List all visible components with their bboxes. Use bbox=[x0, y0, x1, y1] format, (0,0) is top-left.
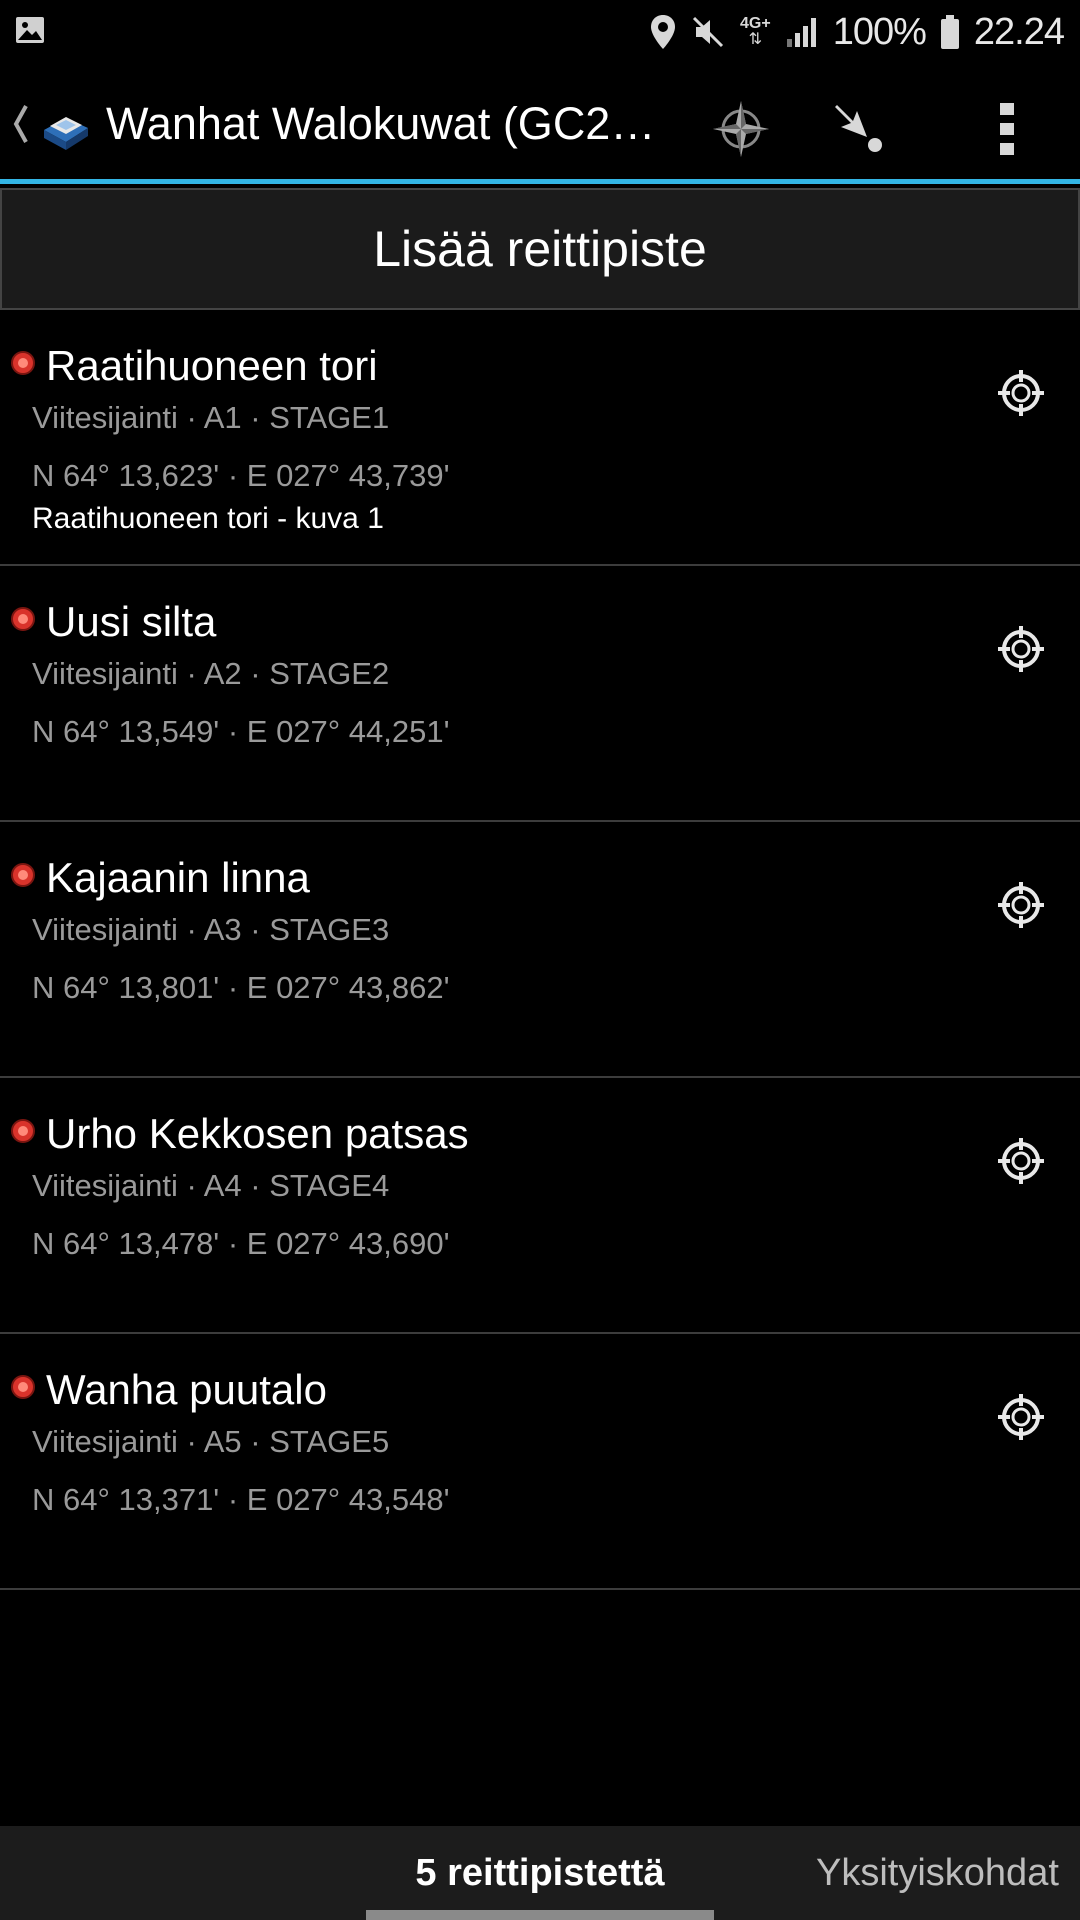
waypoint-name: Urho Kekkosen patsas bbox=[46, 1110, 469, 1157]
battery-icon bbox=[940, 15, 959, 49]
waypoint-item[interactable]: Wanha puutalo Viitesijainti · A5 · STAGE… bbox=[0, 1334, 1080, 1590]
waypoint-marker-icon bbox=[11, 1375, 35, 1399]
location-icon bbox=[651, 15, 676, 49]
tab-details[interactable]: Yksityiskohdat bbox=[790, 1826, 1080, 1920]
tab-waypoints[interactable]: 5 reittipistettä bbox=[366, 1826, 714, 1920]
gallery-icon bbox=[16, 17, 44, 43]
overflow-menu-icon bbox=[1000, 103, 1014, 155]
data-arrows-icon: ⇅ bbox=[748, 31, 763, 48]
waypoint-meta: Viitesijainti · A5 · STAGE5 bbox=[32, 1424, 390, 1459]
add-waypoint-label: Lisää reittipiste bbox=[373, 221, 707, 277]
waypoint-item[interactable]: Raatihuoneen tori Viitesijainti · A1 · S… bbox=[0, 310, 1080, 566]
battery-percent: 100% bbox=[832, 10, 927, 53]
waypoint-meta: Viitesijainti · A2 · STAGE2 bbox=[32, 656, 390, 691]
waypoint-coords: N 64° 13,549' · E 027° 44,251' bbox=[32, 714, 450, 749]
target-icon[interactable] bbox=[996, 1392, 1046, 1442]
waypoint-meta: Viitesijainti · A1 · STAGE1 bbox=[32, 400, 390, 435]
navigate-icon bbox=[835, 105, 882, 152]
bottom-tabs: 5 reittipistettä Yksityiskohdat bbox=[0, 1826, 1080, 1920]
waypoint-note: Raatihuoneen tori - kuva 1 bbox=[32, 502, 384, 535]
clock: 22.24 bbox=[973, 10, 1065, 53]
action-bar: Wanhat Walokuwat (GC2… bbox=[0, 64, 1080, 184]
waypoint-marker-icon bbox=[11, 863, 35, 887]
waypoint-list: Raatihuoneen tori Viitesijainti · A1 · S… bbox=[0, 310, 1080, 1590]
mute-icon bbox=[692, 16, 724, 48]
waypoint-name: Kajaanin linna bbox=[46, 854, 310, 901]
app-icon[interactable] bbox=[38, 100, 94, 156]
page-title: Wanhat Walokuwat (GC2… bbox=[106, 98, 656, 149]
waypoint-name: Uusi silta bbox=[46, 598, 217, 645]
waypoint-meta: Viitesijainti · A4 · STAGE4 bbox=[32, 1168, 390, 1203]
waypoint-meta: Viitesijainti · A3 · STAGE3 bbox=[32, 912, 390, 947]
waypoint-coords: N 64° 13,801' · E 027° 43,862' bbox=[32, 970, 450, 1005]
compass-icon bbox=[713, 101, 769, 157]
waypoint-marker-icon bbox=[11, 1119, 35, 1143]
waypoint-item[interactable]: Uusi silta Viitesijainti · A2 · STAGE2 N… bbox=[0, 566, 1080, 822]
waypoint-coords: N 64° 13,478' · E 027° 43,690' bbox=[32, 1226, 450, 1261]
target-icon[interactable] bbox=[996, 880, 1046, 930]
signal-icon bbox=[786, 18, 816, 47]
target-icon[interactable] bbox=[996, 624, 1046, 674]
waypoint-marker-icon bbox=[11, 607, 35, 631]
target-icon[interactable] bbox=[996, 368, 1046, 418]
waypoint-marker-icon bbox=[11, 351, 35, 375]
waypoint-name: Wanha puutalo bbox=[46, 1366, 327, 1413]
waypoint-item[interactable]: Urho Kekkosen patsas Viitesijainti · A4 … bbox=[0, 1078, 1080, 1334]
target-icon[interactable] bbox=[996, 1136, 1046, 1186]
up-icon[interactable] bbox=[10, 102, 32, 146]
waypoint-coords: N 64° 13,623' · E 027° 43,739' bbox=[32, 458, 450, 493]
compass-button[interactable] bbox=[706, 94, 776, 164]
network-icon: 4G+ ⇅ bbox=[740, 16, 771, 48]
network-type: 4G+ bbox=[740, 15, 771, 32]
waypoint-name: Raatihuoneen tori bbox=[46, 342, 378, 389]
status-bar: 4G+ ⇅ 100% 22.24 bbox=[0, 0, 1080, 64]
waypoint-coords: N 64° 13,371' · E 027° 43,548' bbox=[32, 1482, 450, 1517]
add-waypoint-button[interactable]: Lisää reittipiste bbox=[0, 188, 1080, 310]
navigate-button[interactable] bbox=[824, 94, 894, 164]
waypoint-item[interactable]: Kajaanin linna Viitesijainti · A3 · STAG… bbox=[0, 822, 1080, 1078]
overflow-menu-button[interactable] bbox=[972, 94, 1042, 164]
